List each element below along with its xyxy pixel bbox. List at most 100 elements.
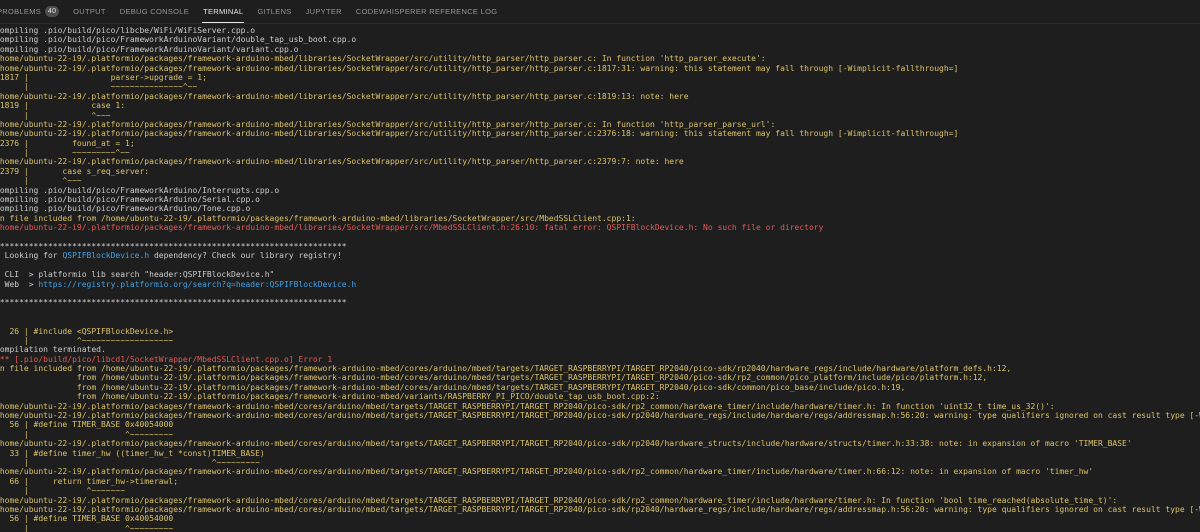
terminal-text: Compiling .pio/build/pico/FrameworkArdui… [0,204,251,214]
terminal-text: /home/ubuntu-22-i9/.platformio/packages/… [0,411,1200,421]
terminal-line: Compiling .pio/build/pico/FrameworkArdui… [0,186,1200,195]
terminal-line: /home/ubuntu-22-i9/.platformio/packages/… [0,496,1200,505]
terminal-line: 2376 | found_at = 1; [0,139,1200,148]
terminal-line: from /home/ubuntu-22-i9/.platformio/pack… [0,383,1200,392]
terminal-text: 66 | return timer_hw->timerawl; [0,476,179,486]
terminal-text: * Web > [4,279,34,289]
terminal-text: 56 | #define TIMER_BASE 0x40054000 [0,420,174,430]
terminal-text: Compiling .pio/build/pico/FrameworkArdui… [0,44,299,54]
terminal-line: 2379 | case s_req_server: [0,167,1200,176]
terminal-line: Compiling .pio/build/pico/FrameworkArdui… [0,195,1200,204]
terminal-line: /home/ubuntu-22-i9/.platformio/packages/… [0,120,1200,129]
tab-debug-console[interactable]: DEBUG CONSOLE [113,0,196,24]
terminal-text: 56 | #define TIMER_BASE 0x40054000 [0,514,174,524]
terminal-text: 2376 | found_at = 1; [0,138,135,148]
tab-label: DEBUG CONSOLE [119,7,190,16]
terminal-text: /home/ubuntu-22-i9/.platformio/packages/… [0,91,689,101]
terminal-text: ****************************************… [0,241,347,251]
terminal-text: In file included from /home/ubuntu-22-i9… [0,213,636,223]
terminal-line: | ^~~~~~~~~~ [0,458,1200,467]
tab-label: GITLENS [257,7,292,16]
terminal-text: ****************************************… [0,298,347,308]
terminal-line: In file included from /home/ubuntu-22-i9… [0,364,1200,373]
terminal-link[interactable]: QSPIFBlockDevice.h [62,251,149,260]
problems-count-badge: 40 [45,6,60,17]
terminal-line: /home/ubuntu-22-i9/.platformio/packages/… [0,223,1200,232]
tab-gitlens[interactable]: GITLENS [250,0,298,24]
terminal-line: * Looking for QSPIFBlockDevice.h depende… [0,251,1200,260]
terminal-line: /home/ubuntu-22-i9/.platformio/packages/… [0,54,1200,63]
terminal-link[interactable]: https://registry.platformio.org/search?q… [38,280,356,289]
panel-tab-bar: PROBLEMS 40 OUTPUT DEBUG CONSOLE TERMINA… [0,0,1200,24]
tab-label: OUTPUT [73,7,106,16]
terminal-line: | ^~~~ [0,111,1200,120]
terminal-line: /home/ubuntu-22-i9/.platformio/packages/… [0,411,1200,420]
tab-terminal[interactable]: TERMINAL [196,0,250,24]
terminal-text: 26 | #include <QSPIFBlockDevice.h> [0,326,174,336]
terminal-text: Compiling .pio/build/pico/FrameworkArdui… [0,35,357,45]
terminal-line: | ^~~~~~~~~~ [0,430,1200,439]
terminal-line: | ^~~~~~~~~~~~~~~~~~~~ [0,336,1200,345]
terminal-line: | ^~~~~~~~~~ [0,524,1200,532]
terminal-line: 1819 | case 1: [0,101,1200,110]
terminal-line: ****************************************… [0,298,1200,307]
terminal-line: /home/ubuntu-22-i9/.platformio/packages/… [0,92,1200,101]
terminal-text: /home/ubuntu-22-i9/.platformio/packages/… [0,157,684,167]
terminal-text: /home/ubuntu-22-i9/.platformio/packages/… [0,467,1094,477]
terminal-text: | ^~~~ [0,176,82,186]
terminal-text: 33 | #define timer_hw ((timer_hw_t *cons… [0,448,265,458]
terminal-text: dependency? Check our library registry! [149,251,342,261]
terminal-text: from /home/ubuntu-22-i9/.platformio/pack… [0,382,906,392]
terminal-text: | ^~~~~~~~ [0,486,126,496]
tab-label: CODEWHISPERER REFERENCE LOG [355,7,498,16]
terminal-line: 1817 | parser->upgrade = 1; [0,73,1200,82]
tab-output[interactable]: OUTPUT [66,0,113,24]
terminal-line: from /home/ubuntu-22-i9/.platformio/pack… [0,373,1200,382]
tab-label: JUPYTER [305,7,342,16]
terminal-line: 56 | #define TIMER_BASE 0x40054000 [0,514,1200,523]
tab-label: PROBLEMS [0,7,42,16]
terminal-text: | ~~~~~~~~~^~~ [0,148,130,158]
terminal-output[interactable]: Compiling .pio/build/pico/libcbe/WiFi/Wi… [0,26,1200,532]
terminal-line: from /home/ubuntu-22-i9/.platformio/pack… [0,392,1200,401]
terminal-text: /home/ubuntu-22-i9/.platformio/packages/… [0,63,959,73]
terminal-text: | ^~~~~~~~~~ [0,457,260,467]
tab-problems[interactable]: PROBLEMS 40 [0,0,66,24]
terminal-line: *** [.pio/build/pico/libcd1/SocketWrappe… [0,355,1200,364]
terminal-line: * Web > https://registry.platformio.org/… [0,280,1200,289]
terminal-line: /home/ubuntu-22-i9/.platformio/packages/… [0,439,1200,448]
terminal-line: /home/ubuntu-22-i9/.platformio/packages/… [0,505,1200,514]
terminal-line: | ~~~~~~~~~~~~~~~^~~ [0,82,1200,91]
terminal-text: compilation terminated. [0,345,106,355]
terminal-text: /home/ubuntu-22-i9/.platformio/packages/… [0,401,1055,411]
tab-codewhisperer-reference-log[interactable]: CODEWHISPERER REFERENCE LOG [349,0,504,24]
terminal-line: 66 | return timer_hw->timerawl; [0,477,1200,486]
terminal-text: /home/ubuntu-22-i9/.platformio/packages/… [0,54,766,64]
terminal-line: /home/ubuntu-22-i9/.platformio/packages/… [0,157,1200,166]
terminal-text: /home/ubuntu-22-i9/.platformio/packages/… [0,439,1132,449]
terminal-text: from /home/ubuntu-22-i9/.platformio/pack… [0,392,660,402]
tab-jupyter[interactable]: JUPYTER [299,0,349,24]
terminal-text: /home/ubuntu-22-i9/.platformio/packages/… [0,223,824,233]
terminal-line: ****************************************… [0,242,1200,251]
terminal-line: | ^~~~~~~~ [0,486,1200,495]
terminal-line: /home/ubuntu-22-i9/.platformio/packages/… [0,467,1200,476]
terminal-text: /home/ubuntu-22-i9/.platformio/packages/… [0,495,1118,505]
terminal-text: * CLI > platformio lib search "header:QS… [0,270,275,280]
terminal-line: /home/ubuntu-22-i9/.platformio/packages/… [0,129,1200,138]
terminal-line: | ^~~~ [0,176,1200,185]
terminal-text: /home/ubuntu-22-i9/.platformio/packages/… [0,504,1200,514]
terminal-text: Compiling .pio/build/pico/libcbe/WiFi/Wi… [0,26,256,35]
terminal-line: compilation terminated. [0,345,1200,354]
terminal-text: /home/ubuntu-22-i9/.platformio/packages/… [0,129,959,139]
terminal-text: | ^~~~~~~~~~~~~~~~~~~~ [0,335,174,345]
terminal-line: Compiling .pio/build/pico/FrameworkArdui… [0,45,1200,54]
terminal-text: from /home/ubuntu-22-i9/.platformio/pack… [0,373,988,383]
terminal-line: /home/ubuntu-22-i9/.platformio/packages/… [0,64,1200,73]
terminal-line: 26 | #include <QSPIFBlockDevice.h> [0,327,1200,336]
terminal-text: Compiling .pio/build/pico/FrameworkArdui… [0,195,260,205]
tab-label: TERMINAL [203,7,244,16]
terminal-line: | ~~~~~~~~~^~~ [0,148,1200,157]
